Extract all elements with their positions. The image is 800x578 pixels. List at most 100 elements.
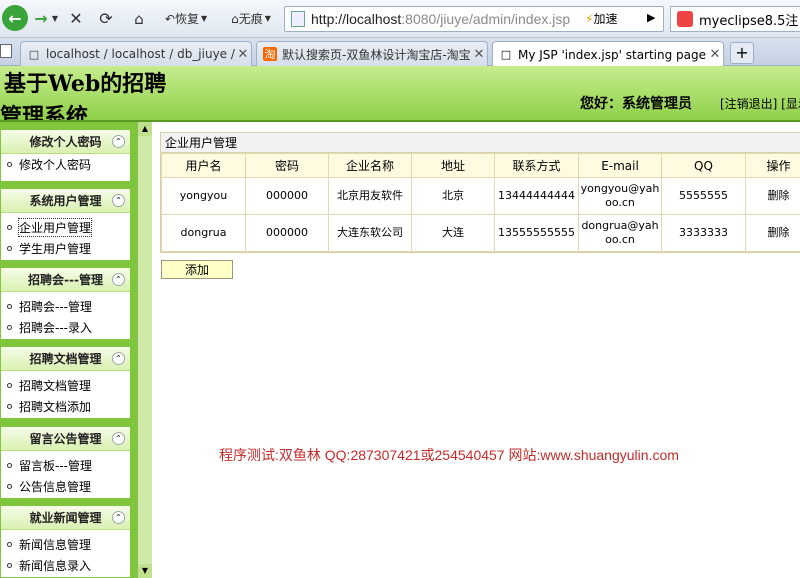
close-icon[interactable]: ✕ (471, 47, 487, 62)
cell-username: dongrua (161, 214, 246, 252)
menu-group-title[interactable]: 招聘会---管理 ⌃ (1, 268, 130, 292)
menu-group-system-users: 系统用户管理 ⌃ 企业用户管理 学生用户管理 (0, 188, 131, 261)
site-title-line2: 管理系统 (0, 104, 89, 122)
undo-icon: ↶ (164, 11, 175, 26)
cell-email: yongyou@yahoo.cn (578, 177, 662, 215)
bullet-icon (7, 542, 12, 547)
cell-company: 大连东软公司 (328, 214, 412, 252)
address-bar[interactable]: http://localhost:8080/jiuye/admin/index.… (284, 6, 664, 32)
sidebar-item-notice[interactable]: 公告信息管理 (1, 476, 130, 497)
collapse-icon[interactable]: ⌃ (112, 432, 125, 445)
page-icon: □ (500, 48, 512, 61)
tab-phpmyadmin[interactable]: □ localhost / localhost / db_jiuye / t_.… (20, 41, 252, 66)
tab-taobao[interactable]: 淘 默认搜索页-双鱼林设计淘宝店-淘宝网 ✕ (256, 41, 488, 66)
sidebar-item-news-add[interactable]: 新闻信息录入 (1, 555, 130, 576)
sidebar-scrollbar[interactable]: ▲ ▼ (137, 122, 152, 578)
collapse-icon[interactable]: ⌃ (112, 273, 125, 286)
scroll-down-icon[interactable]: ▼ (138, 564, 152, 578)
history-dropdown-icon[interactable]: ▼ (50, 7, 60, 30)
bullet-icon (7, 162, 12, 167)
cell-qq: 3333333 (661, 214, 746, 252)
menu-group-title[interactable]: 系统用户管理 ⌃ (1, 189, 130, 213)
new-tab-button[interactable]: + (730, 42, 754, 64)
sidebar-item-change-password[interactable]: 修改个人密码 (1, 154, 130, 175)
menu-group-title[interactable]: 修改个人密码 ⌃ (1, 130, 130, 154)
welcome-text: 您好：系统管理员 (580, 96, 692, 112)
collapse-icon[interactable]: ⌃ (112, 352, 125, 365)
cell-phone: 13555555555 (494, 214, 579, 252)
table-header-row: 用户名 密码 企业名称 地址 联系方式 E-mail QQ 操作 (161, 153, 800, 178)
column-header: QQ (661, 153, 746, 178)
accelerate-button[interactable]: ⚡加速 (585, 10, 617, 27)
url-text: http://localhost:8080/jiuye/admin/index.… (311, 11, 571, 27)
collapse-icon[interactable]: ⌃ (112, 194, 125, 207)
column-header: E-mail (578, 153, 662, 178)
close-icon[interactable]: ✕ (235, 47, 251, 62)
no-trace-button[interactable]: ⌂ 无痕 ▼ (222, 7, 280, 30)
cell-company: 北京用友软件 (328, 177, 412, 215)
bullet-icon (7, 383, 12, 388)
bullet-icon (7, 563, 12, 568)
menu-group-title[interactable]: 招聘文档管理 ⌃ (1, 347, 130, 371)
sidebar: 修改个人密码 ⌃ 修改个人密码 系统用户管理 ⌃ 企业用户管理 学生用户管理 招聘会… (0, 122, 152, 578)
sidebar-toggle-icon[interactable] (0, 44, 12, 58)
footer-note: 程序测试:双鱼林 QQ:287307421或254540457 网站:www.s… (219, 447, 679, 463)
bullet-icon (7, 225, 12, 230)
cell-password: 000000 (245, 177, 329, 215)
sidebar-item-doc-manage[interactable]: 招聘文档管理 (1, 375, 130, 396)
column-header: 用户名 (161, 153, 246, 178)
house-icon: ⌂ (231, 11, 239, 26)
back-button[interactable]: ← (2, 5, 28, 31)
menu-group-password: 修改个人密码 ⌃ 修改个人密码 (0, 129, 131, 182)
menu-group-documents: 招聘文档管理 ⌃ 招聘文档管理 招聘文档添加 (0, 346, 131, 419)
cell-address: 北京 (411, 177, 495, 215)
menu-group-news: 就业新闻管理 ⌃ 新闻信息管理 新闻信息录入 (0, 505, 131, 578)
sidebar-item-message-board[interactable]: 留言板---管理 (1, 455, 130, 476)
refresh-button[interactable]: ⟳ (96, 7, 116, 30)
bullet-icon (7, 463, 12, 468)
search-engine-icon (677, 11, 693, 27)
sidebar-item-job-fair-manage[interactable]: 招聘会---管理 (1, 296, 130, 317)
sidebar-item-doc-add[interactable]: 招聘文档添加 (1, 396, 130, 417)
cell-username: yongyou (161, 177, 246, 215)
company-users-table: 用户名 密码 企业名称 地址 联系方式 E-mail QQ 操作 yongyou… (161, 153, 800, 252)
home-button[interactable]: ⌂ (128, 7, 150, 30)
delete-link[interactable]: 删除 (745, 214, 800, 252)
menu-group-title[interactable]: 就业新闻管理 ⌃ (1, 506, 130, 530)
chevron-down-icon: ▼ (264, 14, 271, 23)
cell-password: 000000 (245, 214, 329, 252)
delete-link[interactable]: 删除 (745, 177, 800, 215)
company-users-panel: 企业用户管理 用户名 密码 企业名称 地址 联系方式 E-mail QQ 操作 (160, 132, 800, 253)
stop-button[interactable]: ✕ (66, 7, 86, 30)
logout-link[interactable]: [注销退出] [显示 (720, 95, 800, 112)
column-header: 密码 (245, 153, 329, 178)
forward-button[interactable]: → (30, 7, 52, 30)
sidebar-item-company-users[interactable]: 企业用户管理 (1, 217, 130, 238)
close-icon[interactable]: ✕ (707, 47, 723, 62)
collapse-icon[interactable]: ⌃ (112, 511, 125, 524)
bullet-icon (7, 246, 12, 251)
add-button[interactable]: 添加 (161, 260, 233, 279)
restore-button[interactable]: ↶ 恢复 ▼ (158, 7, 214, 30)
sidebar-item-news-manage[interactable]: 新闻信息管理 (1, 534, 130, 555)
tab-index-jsp[interactable]: □ My JSP 'index.jsp' starting page ✕ (492, 41, 724, 67)
table-row: yongyou 000000 北京用友软件 北京 13444444444 yon… (161, 177, 800, 215)
page-header: 基于Web的招聘 管理系统 您好：系统管理员 [注销退出] [显示 (0, 66, 800, 122)
go-icon[interactable]: ▶ (647, 11, 655, 24)
column-header: 操作 (745, 153, 800, 178)
scroll-up-icon[interactable]: ▲ (138, 122, 152, 136)
main-content: 企业用户管理 用户名 密码 企业名称 地址 联系方式 E-mail QQ 操作 (152, 122, 800, 578)
chevron-down-icon: ▼ (200, 14, 208, 23)
bullet-icon (7, 304, 12, 309)
collapse-icon[interactable]: ⌃ (112, 135, 125, 148)
taobao-icon: 淘 (263, 47, 277, 61)
sidebar-item-student-users[interactable]: 学生用户管理 (1, 238, 130, 259)
site-title: 基于Web的招聘 (4, 71, 167, 97)
panel-title: 企业用户管理 (161, 133, 800, 153)
cell-email: dongrua@yahoo.cn (578, 214, 662, 252)
column-header: 联系方式 (494, 153, 579, 178)
sidebar-item-job-fair-add[interactable]: 招聘会---录入 (1, 317, 130, 338)
search-box[interactable]: myeclipse8.5注 (670, 6, 800, 32)
menu-group-title[interactable]: 留言公告管理 ⌃ (1, 427, 130, 451)
cell-phone: 13444444444 (494, 177, 579, 215)
